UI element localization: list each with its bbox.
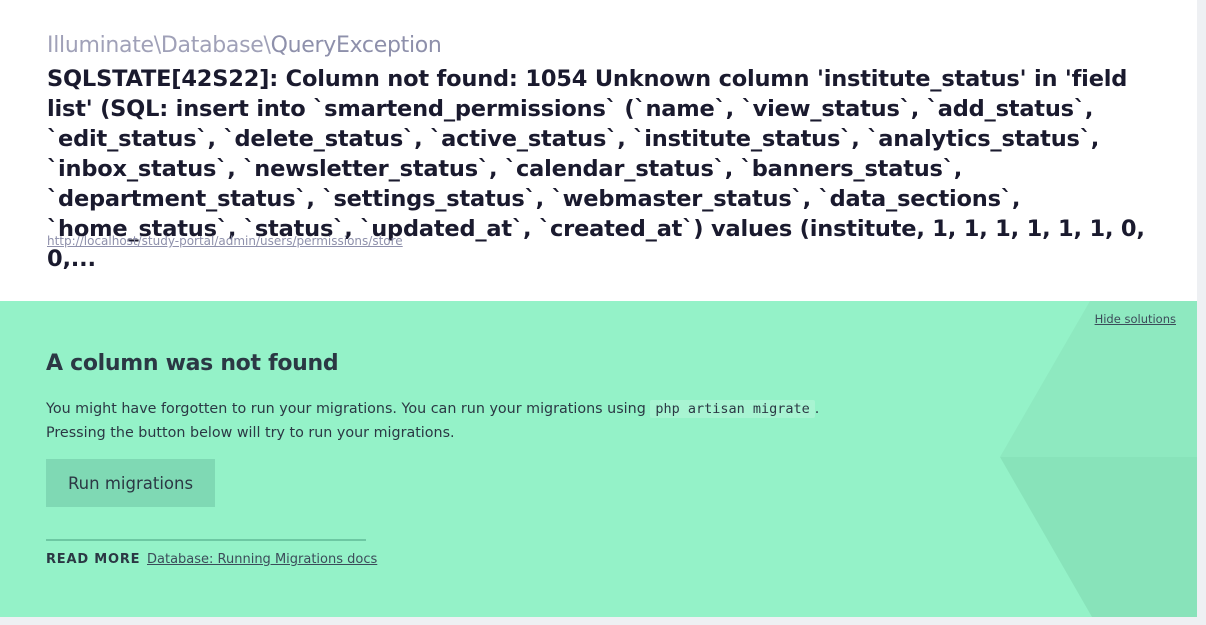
solution-desc-line-2: Pressing the button below will try to ru… (46, 425, 455, 441)
ignition-error-page: Illuminate\Database\QueryException SQLST… (0, 0, 1206, 625)
read-more-label: READ MORE (46, 552, 141, 567)
run-migrations-button[interactable]: Run migrations (46, 459, 215, 507)
deco-lower-chevron (1000, 457, 1197, 617)
solution-desc-text: You might have forgotten to run your mig… (46, 401, 651, 417)
solution-title: A column was not found (46, 351, 339, 376)
migrations-docs-link[interactable]: Database: Running Migrations docs (147, 552, 377, 567)
exception-class-name: QueryException (270, 33, 442, 58)
migrate-command-code: php artisan migrate (650, 400, 815, 418)
namespace-separator: \ (263, 33, 271, 58)
error-card: Illuminate\Database\QueryException SQLST… (0, 0, 1197, 301)
exception-class: Illuminate\Database\QueryException (47, 32, 442, 60)
exception-namespace-part: Database (160, 33, 264, 58)
page-bottom-strip (0, 617, 1206, 625)
exception-namespace-part: Illuminate (47, 33, 154, 58)
divider (46, 539, 366, 541)
hide-solutions-link[interactable]: Hide solutions (1095, 312, 1176, 326)
request-url[interactable]: http://localhost/study-portal/admin/user… (47, 233, 403, 249)
solution-description: You might have forgotten to run your mig… (46, 397, 819, 445)
solution-desc-period: . (814, 401, 820, 417)
solution-panel: Hide solutions A column was not found Yo… (0, 301, 1197, 617)
solution-desc-line-1: You might have forgotten to run your mig… (46, 397, 819, 421)
namespace-separator: \ (153, 33, 161, 58)
